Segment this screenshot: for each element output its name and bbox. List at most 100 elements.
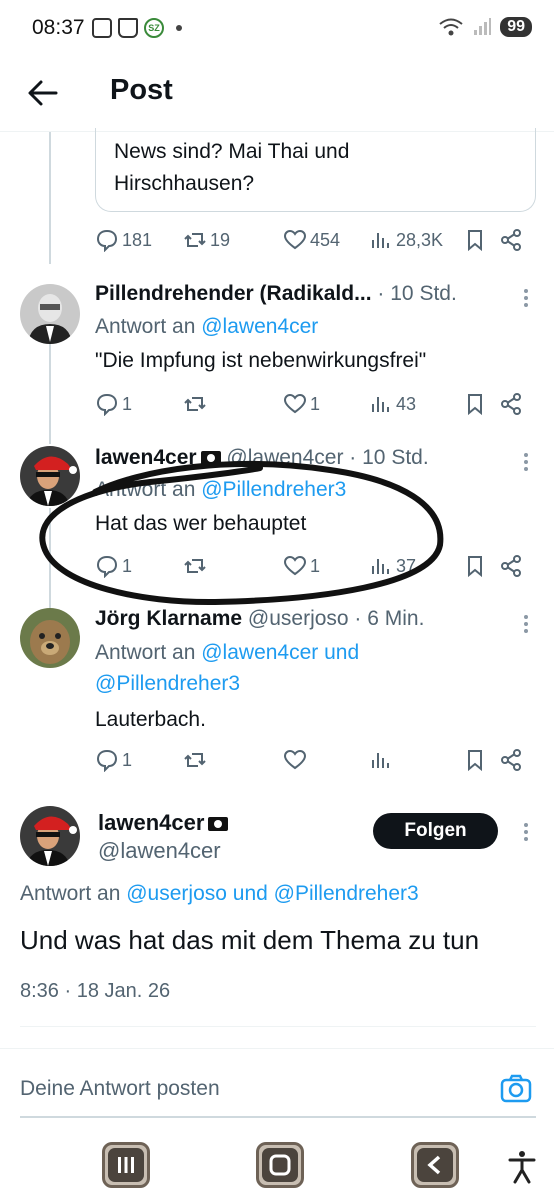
views-icon bbox=[372, 397, 389, 412]
status-right: 99 bbox=[438, 17, 532, 37]
more-options-icon[interactable] bbox=[524, 450, 530, 474]
reply-to-users[interactable]: @lawen4cer und bbox=[201, 641, 359, 664]
like-button[interactable] bbox=[283, 748, 369, 772]
avatar[interactable] bbox=[20, 446, 80, 506]
post-meta: · 10 Std. bbox=[377, 282, 457, 305]
divider bbox=[20, 1026, 536, 1027]
author-name[interactable]: Jörg Klarname bbox=[95, 607, 242, 630]
reply-to-users[interactable]: @Pillendreher3 bbox=[95, 672, 240, 695]
reply-to-prefix: Antwort an bbox=[20, 882, 121, 905]
avatar-lawen4cer bbox=[20, 806, 80, 866]
sz-app-icon: SZ bbox=[144, 18, 164, 38]
author-name[interactable]: Pillendrehender (Radikald... bbox=[95, 282, 372, 305]
post-meta: @userjoso · 6 Min. bbox=[247, 607, 425, 630]
home-button[interactable] bbox=[256, 1142, 304, 1188]
share-button[interactable] bbox=[499, 228, 535, 252]
repost-icon bbox=[184, 559, 206, 573]
quoted-post-card[interactable]: News sind? Mai Thai und Hirschhausen? bbox=[95, 128, 536, 212]
repost-icon bbox=[184, 753, 206, 767]
reply-to-users[interactable]: @Pillendreher3 bbox=[201, 478, 346, 501]
author-name: lawen4cer bbox=[98, 810, 205, 835]
reply-to-prefix: Antwort an bbox=[95, 315, 196, 338]
back-button[interactable] bbox=[411, 1142, 459, 1188]
views-button[interactable]: 43 bbox=[369, 392, 463, 416]
like-button[interactable]: 454 bbox=[283, 228, 369, 252]
back-chevron-icon bbox=[417, 1148, 453, 1182]
follow-button[interactable]: Folgen bbox=[373, 813, 498, 849]
share-icon bbox=[501, 229, 521, 251]
views-button[interactable]: 37 bbox=[369, 554, 463, 578]
reply-count: 1 bbox=[122, 555, 133, 576]
reply-to-users[interactable]: @lawen4cer bbox=[201, 315, 318, 338]
views-icon bbox=[372, 559, 389, 574]
views-icon bbox=[372, 753, 389, 768]
reply-button[interactable]: 1 bbox=[95, 392, 183, 416]
reply-to-users[interactable]: @userjoso und @Pillendreher3 bbox=[126, 882, 418, 905]
reply-button[interactable]: 1 bbox=[95, 748, 183, 772]
quoted-post-text-line: Hirschhausen? bbox=[114, 172, 255, 195]
post-actions: 181 19 454 28,3K bbox=[95, 225, 535, 255]
reply-button[interactable]: 1 bbox=[95, 554, 183, 578]
thread-line bbox=[49, 344, 51, 444]
main-post-text: Und was hat das mit dem Thema zu tun bbox=[20, 925, 480, 955]
camera-icon[interactable] bbox=[500, 1073, 532, 1103]
views-count: 37 bbox=[396, 555, 417, 576]
views-count: 43 bbox=[396, 393, 417, 414]
author-name[interactable]: lawen4cer bbox=[95, 446, 197, 469]
signal-icon bbox=[474, 18, 492, 35]
like-button[interactable]: 1 bbox=[283, 392, 369, 416]
screenshot-icon bbox=[92, 18, 112, 38]
main-author-name[interactable]: lawen4cer bbox=[98, 810, 229, 836]
like-button[interactable]: 1 bbox=[283, 554, 369, 578]
avatar[interactable] bbox=[20, 284, 80, 344]
reply-to-line: Antwort an @lawen4cer und @Pillendreher3 bbox=[95, 637, 359, 699]
pirate-flag-icon bbox=[208, 817, 229, 832]
bookmark-button[interactable] bbox=[463, 748, 499, 772]
repost-button[interactable]: 19 bbox=[183, 228, 283, 252]
avatar-lawen4cer bbox=[20, 446, 80, 506]
views-button[interactable] bbox=[369, 748, 463, 772]
more-options-icon[interactable] bbox=[524, 612, 530, 636]
avatar-pillendrehender bbox=[20, 284, 80, 344]
main-author-handle[interactable]: @lawen4cer bbox=[98, 838, 221, 864]
like-count: 454 bbox=[310, 229, 341, 250]
accessibility-icon[interactable] bbox=[507, 1150, 537, 1184]
heart-icon bbox=[283, 749, 307, 770]
bookmark-button[interactable] bbox=[463, 554, 499, 578]
bookmark-button[interactable] bbox=[463, 228, 499, 252]
share-icon bbox=[501, 555, 521, 577]
composer-underline bbox=[20, 1116, 536, 1118]
reply-to-line: Antwort an @lawen4cer bbox=[95, 311, 318, 342]
views-count: 28,3K bbox=[396, 229, 444, 250]
system-nav-bar bbox=[0, 1130, 554, 1200]
status-notification-icons: SZ bbox=[92, 18, 182, 38]
share-button[interactable] bbox=[499, 554, 535, 578]
share-button[interactable] bbox=[499, 392, 535, 416]
thread-line bbox=[49, 508, 51, 608]
views-icon bbox=[372, 233, 389, 248]
repost-button[interactable] bbox=[183, 554, 283, 578]
more-options-icon[interactable] bbox=[524, 286, 530, 310]
reply-to-prefix: Antwort an bbox=[95, 641, 196, 664]
repost-count: 19 bbox=[210, 229, 231, 250]
repost-button[interactable] bbox=[183, 392, 283, 416]
reply-count: 1 bbox=[122, 749, 133, 770]
recent-apps-button[interactable] bbox=[102, 1142, 150, 1188]
post-text: Lauterbach. bbox=[95, 708, 206, 731]
bookmark-icon bbox=[468, 394, 482, 416]
repost-button[interactable] bbox=[183, 748, 283, 772]
post-header: Pillendrehender (Radikald... · 10 Std. bbox=[95, 282, 457, 306]
share-icon bbox=[501, 749, 521, 771]
status-time: 08:37 bbox=[32, 16, 85, 39]
avatar[interactable] bbox=[20, 608, 80, 668]
avatar[interactable] bbox=[20, 806, 80, 866]
share-icon bbox=[501, 393, 521, 415]
share-button[interactable] bbox=[499, 748, 535, 772]
reply-input[interactable] bbox=[20, 1077, 460, 1101]
bookmark-button[interactable] bbox=[463, 392, 499, 416]
reply-button[interactable]: 181 bbox=[95, 228, 183, 252]
views-button[interactable]: 28,3K bbox=[369, 228, 463, 252]
more-options-icon[interactable] bbox=[524, 820, 530, 844]
post-timestamp[interactable]: 8:36 · 18 Jan. 26 bbox=[20, 980, 170, 1003]
back-arrow-icon[interactable] bbox=[26, 76, 60, 110]
